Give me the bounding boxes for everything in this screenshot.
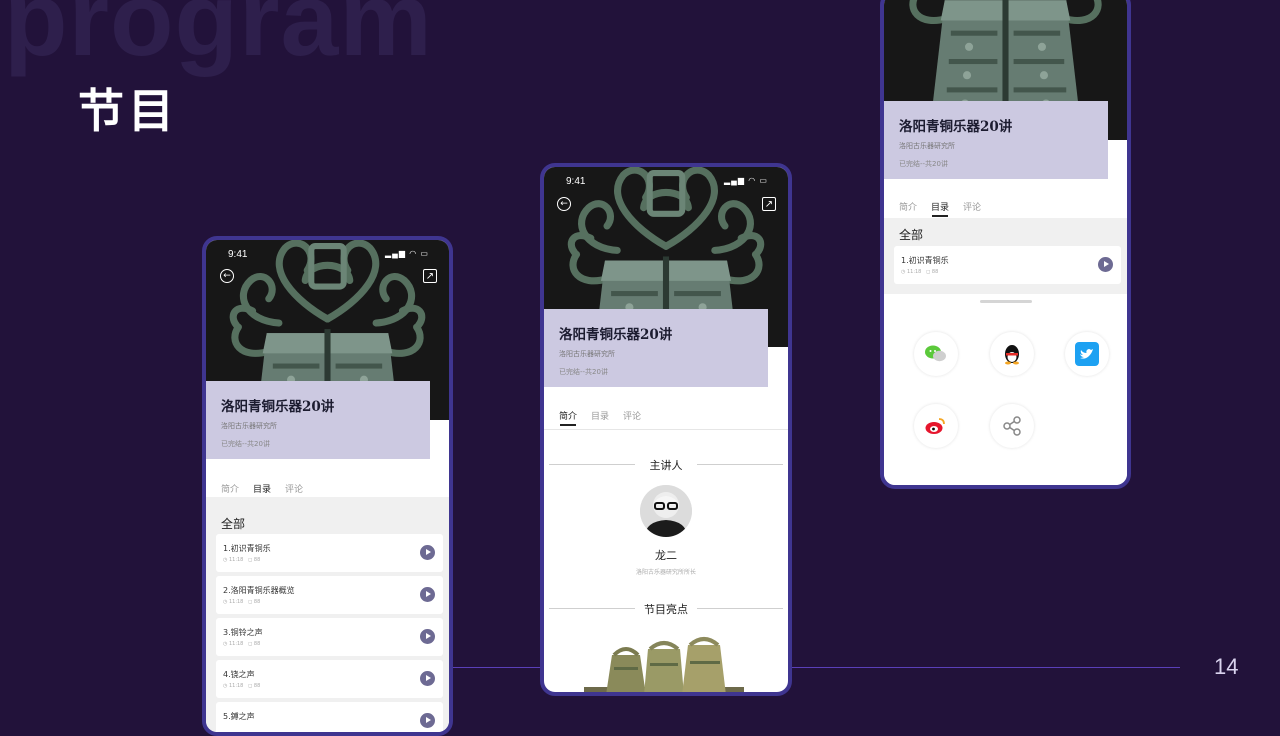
episode-meta: ◷ 11:18 ◻ 88 bbox=[223, 683, 261, 689]
episode-meta: ◷ 11:18 ◻ 88 bbox=[223, 557, 261, 563]
program-progress: 已完结--共20讲 bbox=[559, 368, 608, 376]
episode-row[interactable]: 1.初识青铜乐 ◷ 11:18 ◻ 88 bbox=[216, 534, 443, 572]
slide-title: 节目 bbox=[78, 84, 178, 138]
program-title-card: 洛阳青铜乐器20讲 洛阳古乐器研究所 已完结--共20讲 bbox=[884, 101, 1108, 179]
episode-meta: ◷ 11:18 ◻ 88 bbox=[223, 641, 261, 647]
program-institution: 洛阳古乐器研究所 bbox=[559, 350, 615, 358]
tab-intro[interactable]: 简介 bbox=[221, 482, 239, 495]
tab-intro[interactable]: 简介 bbox=[899, 200, 917, 213]
program-title: 洛阳青铜乐器20讲 bbox=[221, 399, 335, 415]
share-link-icon[interactable] bbox=[990, 404, 1034, 448]
program-progress: 已完结--共20讲 bbox=[221, 440, 270, 448]
program-title: 洛阳青铜乐器20讲 bbox=[899, 119, 1013, 135]
sheet-drag-handle[interactable] bbox=[979, 300, 1032, 303]
play-icon[interactable] bbox=[420, 629, 435, 644]
play-icon[interactable] bbox=[420, 545, 435, 560]
speaker-section-heading: 主讲人 bbox=[549, 457, 783, 473]
highlights-heading: 节目亮点 bbox=[635, 601, 697, 617]
episode-title: 1.初识青铜乐 bbox=[223, 544, 271, 553]
play-icon[interactable] bbox=[420, 587, 435, 602]
play-icon[interactable] bbox=[420, 713, 435, 728]
page-number: 14 bbox=[1214, 654, 1239, 679]
status-time: 9:41 bbox=[228, 249, 248, 260]
play-icon[interactable] bbox=[420, 671, 435, 686]
section-label-all: 全部 bbox=[899, 228, 924, 242]
tab-comments[interactable]: 评论 bbox=[285, 482, 303, 495]
section-label-all: 全部 bbox=[221, 517, 246, 531]
episode-meta: ◷ 11:18 ◻ 88 bbox=[223, 599, 261, 605]
signal-wifi-battery-icon: ▂▄▆ ◠ ▭ bbox=[724, 176, 768, 185]
highlights-section-heading: 节目亮点 bbox=[549, 601, 783, 617]
background-watermark-word: program bbox=[4, 0, 433, 78]
share-icon[interactable]: ↗ bbox=[762, 197, 776, 211]
episode-meta: ◷ 11:18 ◻ 88 bbox=[901, 269, 939, 275]
program-title-card: 洛阳青铜乐器20讲 洛阳古乐器研究所 已完结--共20讲 bbox=[544, 309, 768, 387]
tab-comments[interactable]: 评论 bbox=[963, 200, 981, 213]
episode-list: 全部 1.初识青铜乐 ◷ 11:18 ◻ 88 2.洛阳青铜乐器概览 ◷ 11:… bbox=[206, 497, 449, 732]
episode-title: 3.铜铃之声 bbox=[223, 628, 263, 637]
episode-row[interactable]: 3.铜铃之声 ◷ 11:18 ◻ 88 bbox=[216, 618, 443, 656]
status-bar: 9:41 ▂▄▆ ◠ ▭ bbox=[206, 240, 449, 264]
tab-bar: 简介 目录 评论 bbox=[544, 405, 788, 430]
weibo-icon[interactable] bbox=[914, 404, 958, 448]
wechat-icon[interactable] bbox=[914, 332, 958, 376]
speaker-heading: 主讲人 bbox=[635, 457, 697, 473]
tab-catalog[interactable]: 目录 bbox=[591, 409, 609, 422]
episode-list: 全部 1.初识青铜乐 ◷ 11:18 ◻ 88 bbox=[884, 218, 1127, 298]
back-icon[interactable]: ← bbox=[557, 197, 571, 211]
phone-mockup-intro: 9:41 ▂▄▆ ◠ ▭ ← ↗ 洛阳青铜乐器20讲 洛阳古乐器研究所 已完结-… bbox=[540, 163, 792, 696]
phone-mockup-share: 洛阳青铜乐器20讲 洛阳古乐器研究所 已完结--共20讲 简介 目录 评论 全部… bbox=[880, 0, 1131, 489]
tab-catalog[interactable]: 目录 bbox=[931, 200, 949, 217]
program-progress: 已完结--共20讲 bbox=[899, 160, 948, 168]
qq-icon[interactable] bbox=[990, 332, 1034, 376]
play-icon[interactable] bbox=[1098, 257, 1113, 272]
back-icon[interactable]: ← bbox=[220, 269, 234, 283]
program-institution: 洛阳古乐器研究所 bbox=[899, 142, 955, 150]
signal-wifi-battery-icon: ▂▄▆ ◠ ▭ bbox=[385, 249, 429, 258]
phone-mockup-catalog: 9:41 ▂▄▆ ◠ ▭ ← ↗ 洛阳青铜乐器20讲 洛阳古乐器研究所 已完结-… bbox=[202, 236, 453, 736]
status-time: 9:41 bbox=[566, 176, 586, 187]
speaker-avatar bbox=[640, 485, 692, 537]
speaker-name: 龙二 bbox=[655, 549, 677, 562]
share-icon[interactable]: ↗ bbox=[423, 269, 437, 283]
episode-title: 2.洛阳青铜乐器概览 bbox=[223, 586, 295, 595]
episode-row[interactable]: 1.初识青铜乐 ◷ 11:18 ◻ 88 bbox=[894, 246, 1121, 284]
tab-comments[interactable]: 评论 bbox=[623, 409, 641, 422]
episode-title: 5.鎛之声 bbox=[223, 712, 255, 721]
twitter-icon[interactable] bbox=[1065, 332, 1109, 376]
tab-intro[interactable]: 简介 bbox=[559, 409, 577, 426]
episode-row[interactable]: 5.鎛之声 bbox=[216, 702, 443, 732]
episode-row[interactable]: 2.洛阳青铜乐器概览 ◷ 11:18 ◻ 88 bbox=[216, 576, 443, 614]
program-institution: 洛阳古乐器研究所 bbox=[221, 422, 277, 430]
episode-title: 4.铙之声 bbox=[223, 670, 255, 679]
episode-title: 1.初识青铜乐 bbox=[901, 256, 949, 265]
episode-row[interactable]: 4.铙之声 ◷ 11:18 ◻ 88 bbox=[216, 660, 443, 698]
program-title-card: 洛阳青铜乐器20讲 洛阳古乐器研究所 已完结--共20讲 bbox=[206, 381, 430, 459]
tab-catalog[interactable]: 目录 bbox=[253, 482, 271, 499]
share-sheet bbox=[884, 294, 1127, 485]
program-title: 洛阳青铜乐器20讲 bbox=[559, 327, 673, 343]
speaker-title: 洛阳古乐器研究所所长 bbox=[635, 569, 696, 576]
status-bar: 9:41 ▂▄▆ ◠ ▭ bbox=[544, 167, 788, 191]
bronze-bells-image bbox=[584, 637, 744, 692]
